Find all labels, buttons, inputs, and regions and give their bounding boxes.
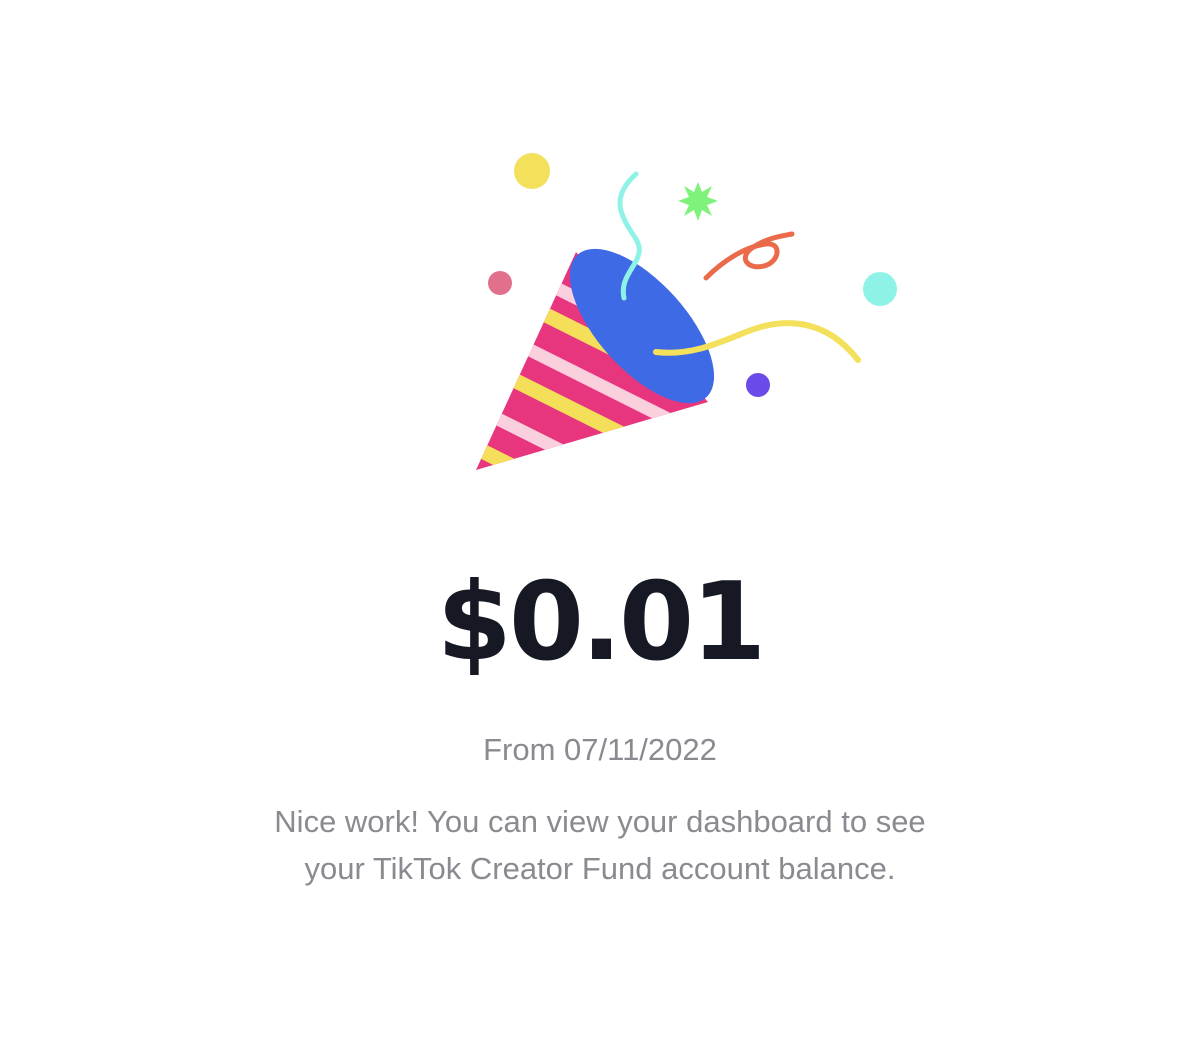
confetti-purple-dot [746, 373, 770, 397]
confetti-yellow-dot [514, 153, 550, 189]
confetti-pink-dot [488, 271, 512, 295]
party-popper-icon [460, 140, 920, 490]
reward-date: From 07/11/2022 [483, 732, 717, 767]
confetti-green-star [678, 182, 718, 221]
confetti-orange-swirl [703, 231, 795, 281]
reward-amount: $0.01 [436, 560, 767, 685]
confetti-teal-dot [863, 272, 897, 306]
reward-screen: $0.01 From 07/11/2022 Nice work! You can… [0, 0, 1200, 1038]
reward-message: Nice work! You can view your dashboard t… [274, 804, 926, 886]
